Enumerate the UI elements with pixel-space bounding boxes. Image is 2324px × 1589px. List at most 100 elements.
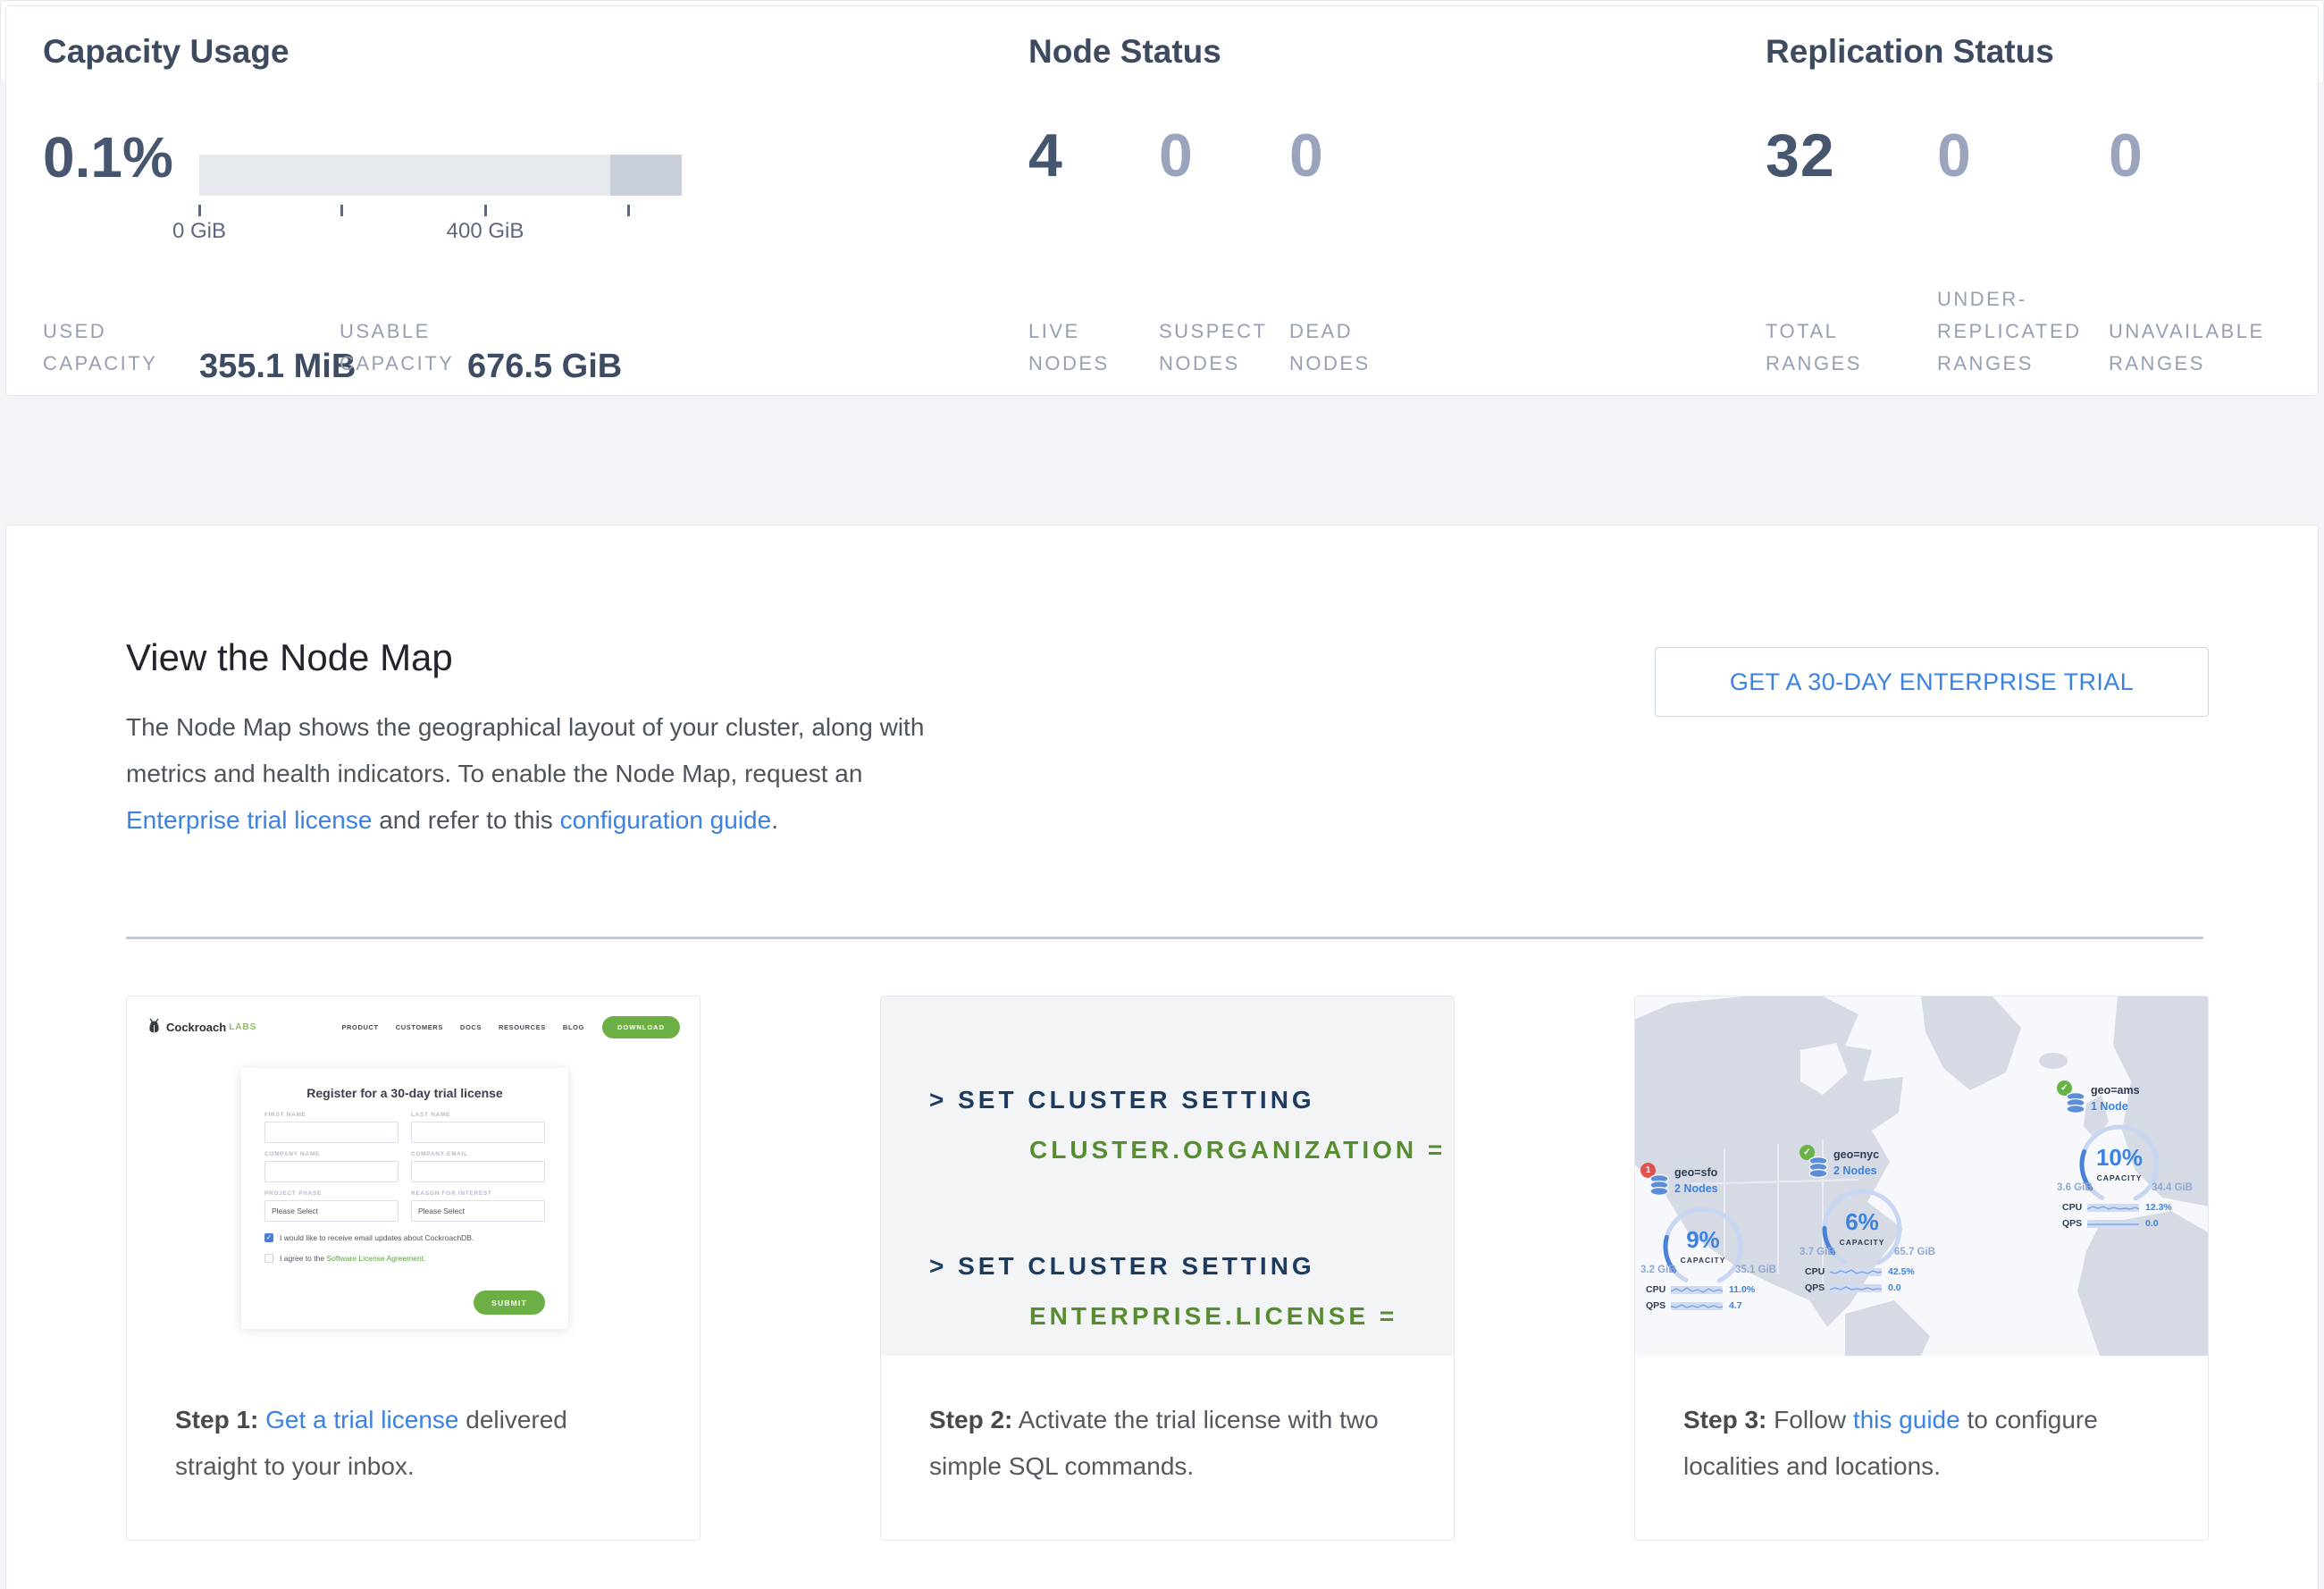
email-updates-row: ✓ I would like to receive email updates … <box>264 1233 545 1242</box>
dead-nodes-label: DEAD NODES <box>1289 315 1371 380</box>
step-3-card: 1 geo=sfo 2 Nodes <box>1634 996 2209 1541</box>
node-map-preview: 1 geo=sfo 2 Nodes <box>1635 996 2208 1356</box>
last-name-field[interactable] <box>411 1122 545 1143</box>
capacity-range: 3.2 GiB 35.1 GiB <box>1640 1265 1776 1275</box>
first-name-label: FIRST NAME <box>264 1112 399 1118</box>
qps-stat-row: QPS 0.0 <box>2062 1218 2159 1229</box>
qps-stat-row: QPS 0.0 <box>1805 1282 1901 1293</box>
qps-sparkline-icon <box>2087 1220 2139 1228</box>
used-capacity-label: USED CAPACITY <box>43 315 157 380</box>
node-map-enterprise-section: View the Node Map The Node Map shows the… <box>5 525 2319 1589</box>
company-name-label: COMPANY NAME <box>264 1151 399 1157</box>
section-divider <box>126 937 2203 939</box>
cpu-sparkline-icon <box>1830 1268 1882 1276</box>
under-replicated-ranges-label: UNDER- REPLICATED RANGES <box>1937 283 2082 380</box>
step-2-card: > SET CLUSTER SETTING CLUSTER.ORGANIZATI… <box>880 996 1455 1541</box>
capacity-gauge: 9% CAPACITY <box>1660 1204 1746 1290</box>
cpu-stat-row: CPU 11.0% <box>1646 1284 1755 1295</box>
suspect-nodes-label: SUSPECT NODES <box>1159 315 1267 380</box>
this-guide-link[interactable]: this guide <box>1853 1406 1960 1433</box>
locality-node-count: 1 Node <box>2091 1100 2128 1113</box>
project-phase-select[interactable]: Please Select <box>264 1200 399 1222</box>
capacity-axis-tick <box>340 205 343 216</box>
capacity-percent-value: 10% <box>2076 1144 2162 1172</box>
mini-nav-product[interactable]: PRODUCT <box>341 1023 378 1031</box>
usable-capacity-label: USABLE CAPACITY <box>340 315 454 380</box>
mini-site-logo-suffix: LABS <box>229 1022 256 1032</box>
first-name-field[interactable] <box>264 1122 399 1143</box>
reason-for-interest-select[interactable]: Please Select <box>411 1200 545 1222</box>
mini-nav-resources[interactable]: RESOURCES <box>499 1023 546 1031</box>
live-nodes-label: LIVE NODES <box>1028 315 1110 380</box>
mini-nav-blog[interactable]: BLOG <box>563 1023 584 1031</box>
replication-status-title: Replication Status <box>1766 33 2054 71</box>
used-capacity-value: 355.1 MiB <box>199 348 356 386</box>
configuration-guide-link[interactable]: configuration guide <box>560 806 772 834</box>
cpu-sparkline-icon <box>2087 1204 2139 1212</box>
trial-steps-row: Cockroach LABS PRODUCT CUSTOMERS DOCS RE… <box>126 996 2209 1543</box>
page-title: View the Node Map <box>126 636 453 679</box>
mini-site-nav: PRODUCT CUSTOMERS DOCS RESOURCES BLOG <box>341 1023 584 1031</box>
qps-sparkline-icon <box>1671 1302 1723 1310</box>
mini-submit-button[interactable]: SUBMIT <box>474 1291 545 1315</box>
capacity-bar-reserved-segment <box>610 155 682 196</box>
cockroach-bug-icon <box>147 1018 162 1036</box>
email-updates-label: I would like to receive email updates ab… <box>280 1233 474 1242</box>
trial-license-site-preview: Cockroach LABS PRODUCT CUSTOMERS DOCS RE… <box>127 996 700 1356</box>
mini-nav-customers[interactable]: CUSTOMERS <box>396 1023 443 1031</box>
email-updates-checkbox[interactable]: ✓ <box>264 1233 273 1242</box>
license-agreement-row: I agree to the Software License Agreemen… <box>264 1254 545 1263</box>
qps-stat-row: QPS 4.7 <box>1646 1300 1742 1311</box>
unavailable-ranges-label: UNAVAILABLE RANGES <box>2109 315 2265 380</box>
database-icon <box>1807 1156 1830 1179</box>
mini-site-header: Cockroach LABS PRODUCT CUSTOMERS DOCS RE… <box>147 1009 680 1045</box>
enterprise-trial-license-link[interactable]: Enterprise trial license <box>126 806 372 834</box>
sql-commands-preview: > SET CLUSTER SETTING CLUSTER.ORGANIZATI… <box>881 996 1454 1356</box>
capacity-gauge: 10% CAPACITY <box>2076 1122 2162 1207</box>
cpu-stat-row: CPU 12.3% <box>2062 1202 2172 1213</box>
unavailable-ranges-value: 0 <box>2109 121 2144 190</box>
cpu-sparkline-icon <box>1671 1286 1723 1294</box>
capacity-caption: CAPACITY <box>1819 1238 1905 1247</box>
capacity-range: 3.6 GiB 34.4 GiB <box>2057 1182 2193 1193</box>
locality-name: geo=ams <box>2091 1084 2140 1097</box>
license-agreement-label: I agree to the <box>280 1254 326 1263</box>
live-nodes-value: 4 <box>1028 121 1063 190</box>
license-agreement-checkbox[interactable] <box>264 1254 273 1263</box>
node-status-title: Node Status <box>1028 33 1221 71</box>
capacity-caption: CAPACITY <box>2076 1173 2162 1182</box>
mini-site-logo: Cockroach <box>166 1021 226 1034</box>
company-name-field[interactable] <box>264 1161 399 1182</box>
form-fields: FIRST NAME LAST NAME COMPANY NAME <box>264 1112 545 1222</box>
capacity-axis-tick <box>627 205 630 216</box>
capacity-axis-label-mid: 400 GiB <box>447 219 524 244</box>
reason-for-interest-label: REASON FOR INTEREST <box>411 1190 545 1197</box>
suspect-nodes-value: 0 <box>1159 121 1194 190</box>
capacity-caption: CAPACITY <box>1660 1256 1746 1265</box>
company-email-field[interactable] <box>411 1161 545 1182</box>
usable-capacity-value: 676.5 GiB <box>467 348 622 386</box>
capacity-percent-value: 9% <box>1660 1226 1746 1254</box>
step-2-caption: Step 2: Activate the trial license with … <box>881 1356 1454 1490</box>
step-1-card: Cockroach LABS PRODUCT CUSTOMERS DOCS RE… <box>126 996 701 1541</box>
mini-nav-docs[interactable]: DOCS <box>460 1023 482 1031</box>
mini-download-button[interactable]: DOWNLOAD <box>602 1016 680 1038</box>
step-3-caption: Step 3: Follow this guide to configure l… <box>1635 1356 2208 1490</box>
qps-sparkline-icon <box>1830 1284 1882 1292</box>
software-license-agreement-link[interactable]: Software License Agreement. <box>326 1254 425 1263</box>
locality-name: geo=sfo <box>1674 1166 1717 1179</box>
capacity-gauge: 6% CAPACITY <box>1819 1186 1905 1272</box>
cluster-summary-panel: Capacity Usage 0.1% 0 GiB 400 GiB USED C… <box>5 5 2319 396</box>
project-phase-label: PROJECT PHASE <box>264 1190 399 1197</box>
get-enterprise-trial-button[interactable]: GET A 30-DAY ENTERPRISE TRIAL <box>1655 647 2209 717</box>
capacity-axis-tick <box>198 205 201 216</box>
capacity-axis-tick <box>484 205 487 216</box>
get-trial-license-link[interactable]: Get a trial license <box>265 1406 458 1433</box>
cpu-stat-row: CPU 42.5% <box>1805 1266 1915 1277</box>
cluster-overview-page: Capacity Usage 0.1% 0 GiB 400 GiB USED C… <box>0 0 2324 1589</box>
sql-line-1: > SET CLUSTER SETTING <box>929 1086 1454 1114</box>
capacity-percent-value: 6% <box>1819 1208 1905 1236</box>
total-ranges-label: TOTAL RANGES <box>1766 315 1862 380</box>
total-ranges-value: 32 <box>1766 121 1835 190</box>
database-icon <box>1648 1173 1671 1197</box>
